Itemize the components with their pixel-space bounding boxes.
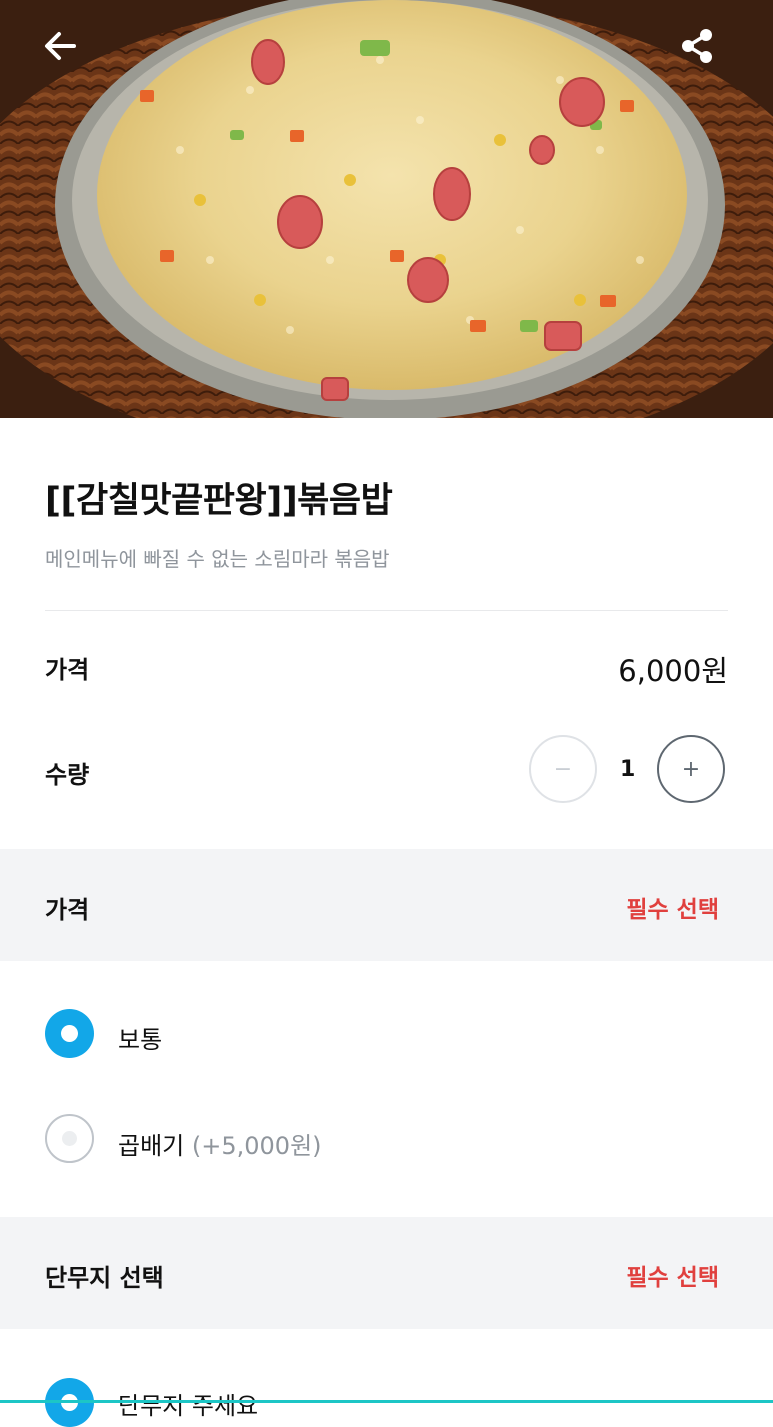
product-title: [[감칠맛끝판왕]]볶음밥 xyxy=(45,481,393,521)
option-name: 보통 xyxy=(118,1026,163,1054)
quantity-value: 1 xyxy=(620,757,636,782)
option-extra-price: (+5,000원) xyxy=(191,1132,322,1160)
option-name: 곱배기 xyxy=(118,1132,185,1160)
required-badge: 필수 선택 xyxy=(626,897,719,923)
share-icon xyxy=(682,29,712,63)
option-group-title: 단무지 선택 xyxy=(45,1264,164,1292)
fried-rice-photo xyxy=(0,0,773,418)
product-image xyxy=(0,0,773,418)
option-label-regular[interactable]: 보통 xyxy=(118,1020,162,1055)
minus-icon: − xyxy=(553,756,573,782)
share-button[interactable] xyxy=(677,26,733,82)
required-badge: 필수 선택 xyxy=(626,1265,719,1291)
option-group-header-size: 가격 필수 선택 xyxy=(0,849,773,961)
quantity-label: 수량 xyxy=(45,761,90,789)
option-group-header-pickled-radish: 단무지 선택 필수 선택 xyxy=(0,1217,773,1329)
radio-regular[interactable] xyxy=(45,1009,94,1058)
back-button[interactable] xyxy=(40,26,96,82)
divider xyxy=(45,610,728,611)
plus-icon: + xyxy=(681,756,701,782)
arrow-left-icon xyxy=(45,32,76,60)
quantity-increase-button[interactable]: + xyxy=(657,735,725,803)
radio-large[interactable] xyxy=(45,1114,94,1163)
option-label-radish-yes[interactable]: 단무지 주세요 xyxy=(118,1386,258,1421)
option-name: 단무지 주세요 xyxy=(118,1392,259,1420)
price-label: 가격 xyxy=(45,656,90,684)
quantity-decrease-button[interactable]: − xyxy=(529,735,597,803)
product-description: 메인메뉴에 빠질 수 없는 소림마라 볶음밥 xyxy=(45,547,390,571)
price-value: 6,000원 xyxy=(618,654,728,688)
option-label-large[interactable]: 곱배기 (+5,000원) xyxy=(118,1126,322,1161)
option-group-title: 가격 xyxy=(45,896,90,924)
